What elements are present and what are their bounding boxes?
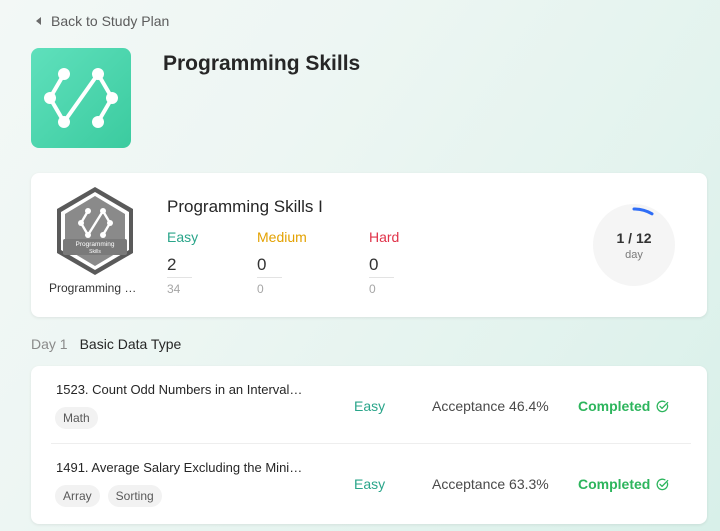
progress-unit: day [625, 249, 643, 261]
difficulty-label: Easy [354, 476, 386, 492]
badge-caption: Programming Skills I [49, 281, 141, 295]
acceptance-rate: Acceptance 63.3% [432, 476, 549, 492]
question-title[interactable]: 1523. Count Odd Numbers in an Interval R… [56, 382, 306, 397]
back-link-label: Back to Study Plan [51, 13, 170, 29]
acceptance-rate: Acceptance 46.4% [432, 398, 549, 414]
question-list: 1523. Count Odd Numbers in an Interval R… [31, 366, 707, 524]
caret-left-icon [36, 17, 41, 25]
day-progress-ring: 1 / 12 day [592, 203, 676, 287]
day-header: Day 1 Basic Data Type [31, 336, 181, 352]
plan-summary-card: Programming Skills Programming Skills I … [31, 173, 707, 317]
question-tags: Math [55, 407, 98, 429]
stat-medium-label: Medium [257, 229, 307, 245]
status-label: Completed [578, 476, 651, 492]
stat-easy-solved: 2 [167, 255, 192, 278]
stat-medium-total: 0 [257, 282, 264, 296]
topic-tag[interactable]: Math [55, 407, 98, 429]
stat-hard-label: Hard [369, 229, 400, 245]
stat-hard-solved: 0 [369, 255, 394, 278]
plan-name: Programming Skills I [167, 197, 323, 216]
diamond-nodes-icon [44, 68, 118, 128]
page-title: Programming Skills [163, 52, 361, 75]
difficulty-label: Easy [354, 398, 386, 414]
completion-status: Completed [578, 476, 669, 492]
topic-tag[interactable]: Array [55, 485, 100, 507]
question-tags: Array Sorting [55, 485, 162, 507]
stat-medium: Medium 0 0 [257, 229, 367, 296]
question-row[interactable]: 1523. Count Odd Numbers in an Interval R… [31, 366, 707, 444]
plan-logo [31, 48, 131, 148]
badge-text-line1: Programming [75, 241, 114, 248]
check-circle-icon [656, 478, 669, 490]
stat-hard-total: 0 [369, 282, 376, 296]
progress-text: 1 / 12 [616, 230, 652, 246]
stat-hard: Hard 0 0 [369, 229, 479, 296]
badge-text-line2: Skills [89, 249, 101, 255]
completion-status: Completed [578, 398, 669, 414]
status-label: Completed [578, 398, 651, 414]
stat-medium-solved: 0 [257, 255, 282, 278]
question-row[interactable]: 1491. Average Salary Excluding the Minim… [31, 444, 707, 522]
question-title[interactable]: 1491. Average Salary Excluding the Minim… [56, 460, 306, 475]
check-circle-icon [656, 400, 669, 412]
day-number: Day 1 [31, 336, 68, 352]
topic-tag[interactable]: Sorting [107, 485, 162, 507]
hexagon-badge-icon: Programming Skills [57, 187, 133, 275]
day-title: Basic Data Type [79, 336, 182, 352]
back-to-study-plan-link[interactable]: Back to Study Plan [36, 13, 169, 29]
